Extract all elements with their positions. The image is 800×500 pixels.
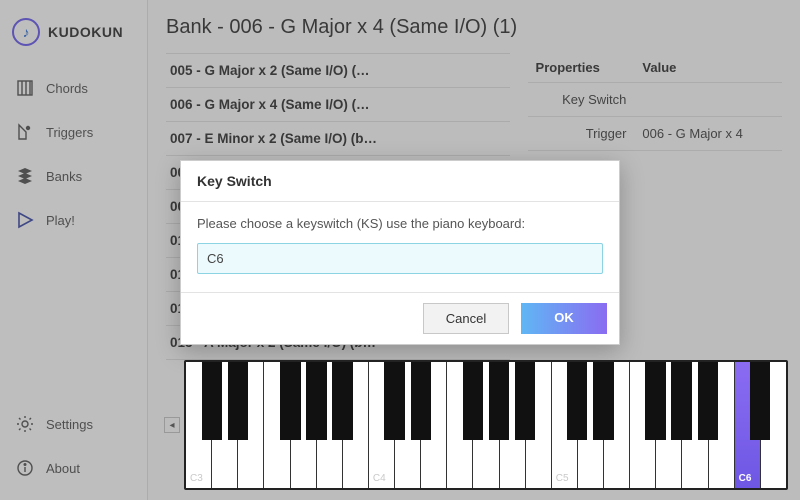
cancel-button[interactable]: Cancel xyxy=(423,303,509,334)
piano-black-key[interactable] xyxy=(567,362,587,440)
piano-black-key[interactable] xyxy=(280,362,300,440)
chevron-left-icon: ◂ xyxy=(164,417,180,433)
ok-button[interactable]: OK xyxy=(521,303,607,334)
piano-black-key[interactable] xyxy=(489,362,509,440)
piano-black-key[interactable] xyxy=(645,362,665,440)
piano-key-label: C4 xyxy=(373,473,386,484)
dialog-title: Key Switch xyxy=(181,161,619,202)
keyswitch-input[interactable] xyxy=(197,243,603,274)
piano-black-key[interactable] xyxy=(306,362,326,440)
piano-black-key[interactable] xyxy=(463,362,483,440)
piano-black-key[interactable] xyxy=(698,362,718,440)
piano-black-key[interactable] xyxy=(384,362,404,440)
piano-black-key[interactable] xyxy=(593,362,613,440)
piano-key-label: C3 xyxy=(190,473,203,484)
dialog-message: Please choose a keyswitch (KS) use the p… xyxy=(197,216,603,231)
piano-black-key[interactable] xyxy=(515,362,535,440)
piano-prev-button[interactable]: ◂ xyxy=(160,360,184,490)
piano-key-label: C5 xyxy=(556,473,569,484)
piano-keyboard[interactable]: C3 C4 C5 C6 xyxy=(184,360,788,490)
piano-key-label: C6 xyxy=(739,473,752,484)
piano-black-key[interactable] xyxy=(411,362,431,440)
piano-black-key[interactable] xyxy=(332,362,352,440)
piano-black-key[interactable] xyxy=(671,362,691,440)
piano-black-key[interactable] xyxy=(228,362,248,440)
piano-black-key[interactable] xyxy=(750,362,770,440)
keyswitch-dialog: Key Switch Please choose a keyswitch (KS… xyxy=(180,160,620,345)
piano-black-key[interactable] xyxy=(202,362,222,440)
